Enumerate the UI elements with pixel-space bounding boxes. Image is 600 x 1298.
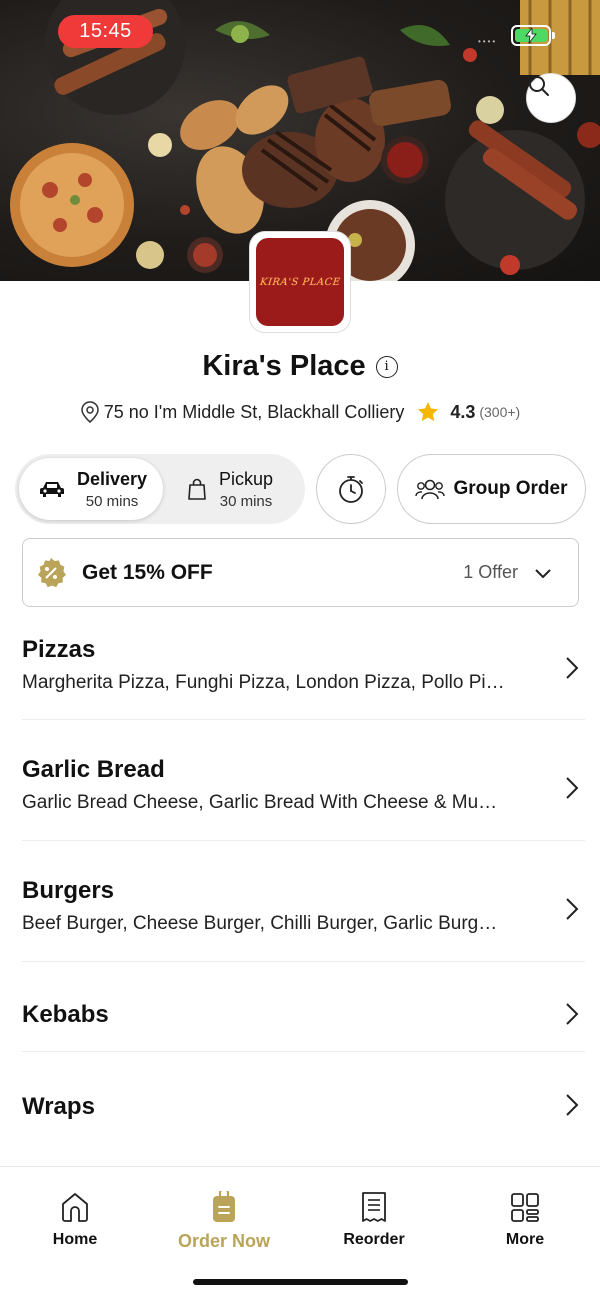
stopwatch-icon [339, 476, 363, 503]
address-row: 75 no I'm Middle St, Blackhall Colliery … [0, 400, 600, 424]
category-row[interactable]: Pizzas Margherita Pizza, Funghi Pizza, L… [22, 636, 585, 720]
order-icon [213, 1191, 235, 1222]
nav-reorder-label: Reorder [343, 1231, 405, 1248]
nav-more-label: More [505, 1231, 545, 1248]
signal-dots: •••• [478, 37, 498, 46]
nav-order-now-label: Order Now [177, 1231, 270, 1251]
nav-home[interactable]: Home [15, 1191, 135, 1249]
pickup-label: Pickup [219, 468, 274, 489]
category-row[interactable]: Burgers Beef Burger, Cheese Burger, Chil… [22, 877, 585, 962]
category-name: Burgers [22, 877, 115, 904]
location-pin-icon [81, 401, 99, 423]
pickup-option[interactable]: Pickup 30 mins [185, 458, 301, 520]
search-icon [529, 76, 549, 96]
restaurant-title-row: Kira's Place i [0, 350, 600, 383]
nav-more[interactable]: More [465, 1191, 585, 1249]
battery-icon [511, 25, 555, 46]
shopping-bag-icon [188, 478, 206, 500]
category-name: Garlic Bread [22, 756, 165, 783]
grid-icon [511, 1193, 539, 1222]
category-name: Pizzas [22, 636, 96, 663]
restaurant-logo: KIRA'S PLACE [249, 231, 351, 333]
chevron-right-icon [566, 1003, 579, 1025]
category-items: Beef Burger, Cheese Burger, Chilli Burge… [22, 913, 498, 934]
order-mode-toggle: Delivery 50 mins Pickup 30 mins [15, 454, 305, 524]
pickup-time: 30 mins [219, 492, 273, 510]
chevron-right-icon [566, 1094, 579, 1116]
delivery-label: Delivery [77, 468, 148, 489]
home-indicator[interactable] [193, 1279, 408, 1285]
logo-text: KIRA'S PLACE [259, 276, 341, 288]
car-icon [40, 482, 64, 497]
category-row[interactable]: Kebabs [22, 1001, 585, 1052]
chevron-right-icon [566, 777, 579, 799]
restaurant-address[interactable]: 75 no I'm Middle St, Blackhall Colliery [104, 402, 405, 423]
offer-banner[interactable]: Get 15% OFF 1 Offer [22, 538, 579, 607]
category-row[interactable]: Garlic Bread Garlic Bread Cheese, Garlic… [22, 756, 585, 841]
offer-count: 1 Offer [463, 562, 518, 582]
category-row[interactable]: Wraps [22, 1093, 585, 1143]
delivery-option[interactable]: Delivery 50 mins [19, 458, 163, 520]
category-name: Wraps [22, 1093, 95, 1120]
offer-title: Get 15% OFF [82, 560, 213, 584]
receipt-icon [362, 1192, 386, 1222]
chevron-right-icon [566, 898, 579, 920]
restaurant-name: Kira's Place [202, 350, 366, 382]
group-order-button[interactable]: Group Order [397, 454, 586, 524]
chevron-right-icon [566, 657, 579, 679]
status-time: 15:45 [58, 15, 153, 48]
category-name: Kebabs [22, 1001, 109, 1028]
category-items: Garlic Bread Cheese, Garlic Bread With C… [22, 792, 498, 813]
nav-order-now[interactable]: Order Now [164, 1191, 284, 1252]
info-icon[interactable]: i [375, 355, 398, 378]
star-icon [418, 402, 439, 422]
chevron-down-icon [535, 569, 551, 579]
schedule-button[interactable] [316, 454, 386, 524]
nav-reorder[interactable]: Reorder [314, 1191, 434, 1249]
rating-count: (300+) [479, 404, 521, 420]
group-users-icon [415, 479, 446, 500]
search-button[interactable] [526, 73, 576, 123]
rating-value: 4.3 [450, 401, 476, 422]
group-order-label: Group Order [453, 478, 568, 499]
category-items: Margherita Pizza, Funghi Pizza, London P… [22, 672, 505, 693]
nav-home-label: Home [52, 1231, 98, 1248]
discount-badge-icon [38, 558, 66, 588]
delivery-time: 50 mins [85, 492, 139, 510]
home-icon [62, 1193, 88, 1222]
